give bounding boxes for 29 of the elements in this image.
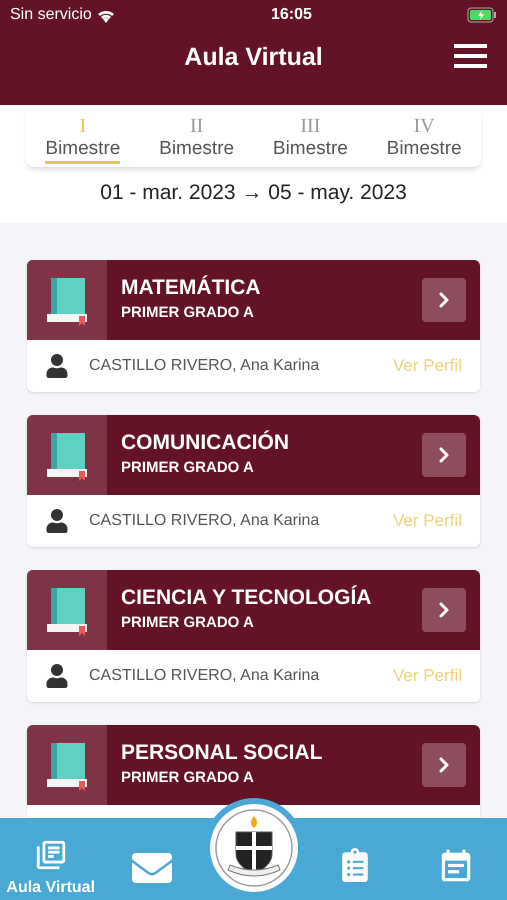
course-grade: PRIMER GRADO A	[121, 613, 255, 634]
course-name: CIENCIA Y TECNOLOGÍA	[121, 584, 372, 612]
bimestre-tab[interactable]: III Bimestre	[254, 105, 368, 167]
course-name: COMUNICACIÓN	[121, 429, 290, 456]
carrier-text: Sin servicio	[10, 5, 92, 25]
open-course-button[interactable]	[422, 742, 466, 786]
battery-icon	[466, 7, 497, 23]
open-course-button[interactable]	[422, 588, 466, 632]
course-grade: PRIMER GRADO A	[121, 768, 255, 788]
bimestre-tab[interactable]: IV Bimestre	[367, 105, 481, 167]
teacher-name: CASTILLO RIVERO, Ana Karina	[89, 666, 320, 686]
open-course-button[interactable]	[422, 432, 466, 476]
course-name: MATEMÁTICA	[121, 274, 262, 302]
person-icon	[45, 354, 69, 378]
open-course-button[interactable]	[422, 278, 466, 322]
teacher-name: CASTILLO RIVERO, Ana Karina	[89, 356, 320, 376]
course-grade: PRIMER GRADO A	[121, 303, 255, 324]
bimestre-tab[interactable]: I Bimestre	[26, 105, 140, 167]
crest-logo[interactable]	[214, 808, 294, 888]
course-grade: PRIMER GRADO A	[121, 458, 255, 478]
page-title: Aula Virtual	[184, 42, 323, 73]
date-range: 01 - mar. 2023 → 05 - may. 2023	[99, 180, 408, 206]
person-icon	[45, 508, 69, 532]
clock-text: 16:05	[270, 5, 312, 25]
menu-button[interactable]	[454, 44, 487, 68]
teacher-name: CASTILLO RIVERO, Ana Karina	[89, 510, 320, 530]
course-name: PERSONAL SOCIAL	[121, 740, 324, 766]
bimestre-tab[interactable]: II Bimestre	[140, 105, 254, 167]
person-icon	[45, 664, 69, 688]
